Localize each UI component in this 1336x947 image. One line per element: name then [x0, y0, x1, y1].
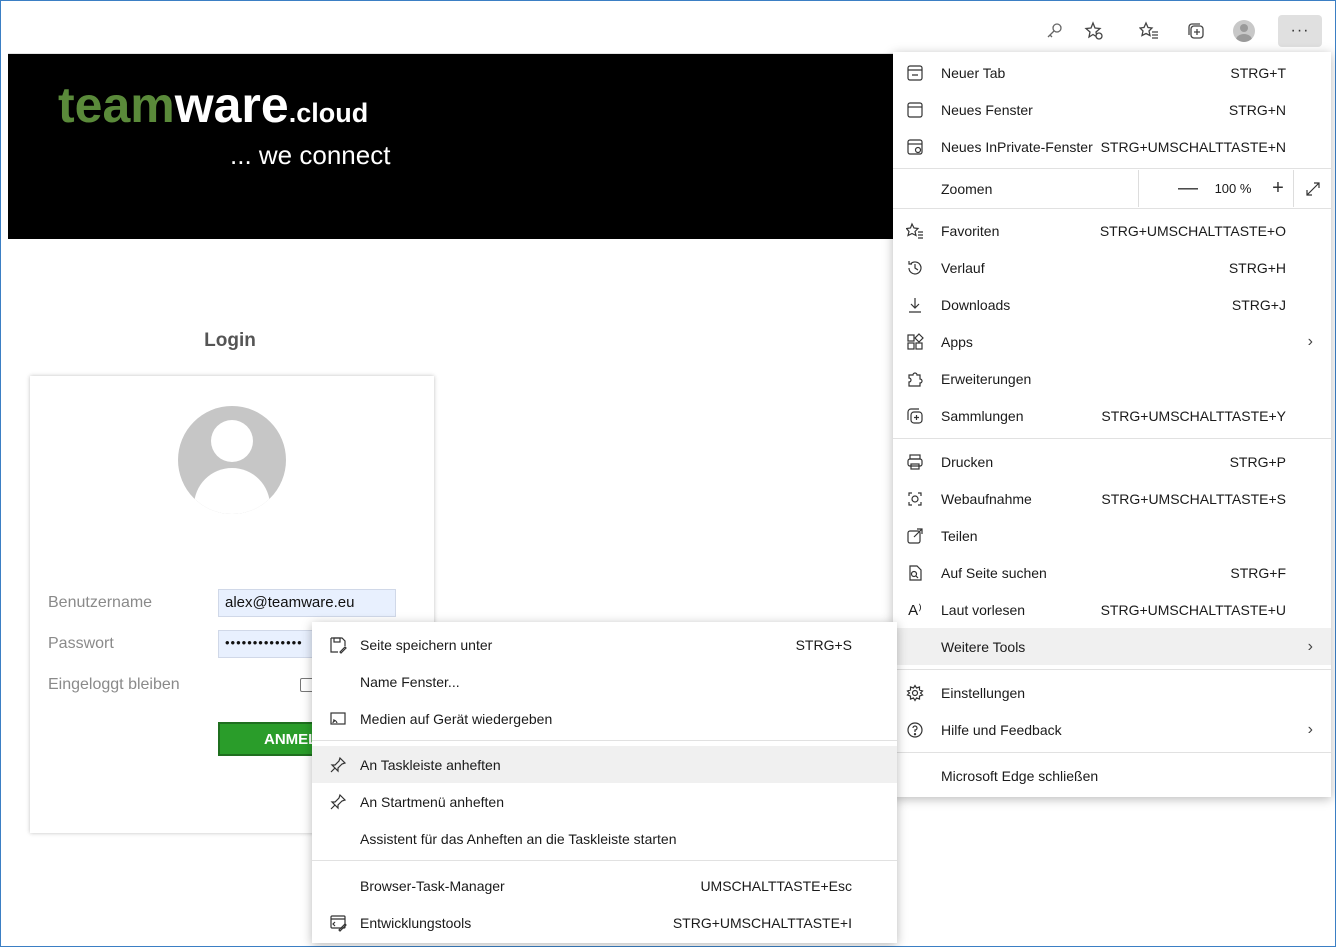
menu-item-apps[interactable]: Apps › [893, 323, 1331, 360]
settings-icon [905, 683, 925, 703]
remember-label: Eingeloggt bleiben [48, 676, 180, 693]
history-icon [905, 258, 925, 278]
favorites-icon [905, 221, 925, 241]
tagline: ... we connect [230, 140, 391, 170]
find-icon [905, 563, 925, 583]
menu-item-history[interactable]: Verlauf STRG+H [893, 249, 1331, 286]
login-title: Login [204, 330, 256, 351]
cast-icon [328, 709, 348, 729]
favorites-icon[interactable] [1133, 15, 1165, 47]
menu-item-help[interactable]: Hilfe und Feedback › [893, 711, 1331, 748]
menu-item-inprivate[interactable]: Neues InPrivate-Fenster STRG+UMSCHALTTAS… [893, 128, 1331, 165]
submenu-item-name-window[interactable]: Name Fenster... [312, 663, 897, 700]
more-icon: ··· [1290, 22, 1310, 39]
fullscreen-icon[interactable] [1293, 170, 1331, 207]
avatar [1233, 20, 1255, 42]
inprivate-icon [905, 137, 925, 157]
submenu-item-pin-taskbar[interactable]: An Taskleiste anheften [312, 746, 897, 783]
menu-item-downloads[interactable]: Downloads STRG+J [893, 286, 1331, 323]
menu-item-zoom: Zoomen — 100 % + [893, 170, 1331, 207]
submenu-item-pin-wizard[interactable]: Assistent für das Anheften an die Taskle… [312, 820, 897, 857]
key-icon[interactable] [1038, 15, 1070, 47]
zoom-out-button[interactable]: — [1173, 177, 1203, 200]
more-menu-button[interactable]: ··· [1278, 15, 1322, 47]
menu-item-extensions[interactable]: Erweiterungen [893, 360, 1331, 397]
pin-icon [328, 755, 348, 775]
submenu-item-cast-media[interactable]: Medien auf Gerät wiedergeben [312, 700, 897, 737]
chevron-right-icon: › [1307, 720, 1313, 738]
window-icon [905, 100, 925, 120]
menu-item-collections[interactable]: Sammlungen STRG+UMSCHALTTASTE+Y [893, 397, 1331, 434]
menu-item-new-tab[interactable]: Neuer Tab STRG+T [893, 54, 1331, 91]
more-tools-submenu: Seite speichern unter STRG+S Name Fenste… [312, 622, 897, 943]
menu-item-settings[interactable]: Einstellungen [893, 674, 1331, 711]
menu-item-more-tools[interactable]: Weitere Tools › [893, 628, 1331, 665]
extensions-icon [905, 369, 925, 389]
chevron-right-icon: › [1307, 637, 1313, 655]
zoom-level: 100 % [1214, 181, 1252, 196]
username-label: Benutzername [48, 594, 153, 611]
web-capture-icon [905, 489, 925, 509]
edge-settings-menu: Neuer Tab STRG+T Neues Fenster STRG+N Ne… [893, 52, 1331, 797]
menu-item-new-window[interactable]: Neues Fenster STRG+N [893, 91, 1331, 128]
pin-icon [328, 792, 348, 812]
new-tab-icon [905, 63, 925, 83]
menu-item-close-edge[interactable]: Microsoft Edge schließen [893, 757, 1331, 794]
menu-item-web-capture[interactable]: Webaufnahme STRG+UMSCHALTTASTE+S [893, 480, 1331, 517]
devtools-icon [328, 913, 348, 933]
chevron-right-icon: › [1307, 332, 1313, 350]
user-avatar-icon [178, 406, 286, 514]
menu-item-read-aloud[interactable]: A⁾ Laut vorlesen STRG+UMSCHALTTASTE+U [893, 591, 1331, 628]
submenu-item-save-page[interactable]: Seite speichern unter STRG+S [312, 626, 897, 663]
profile-button[interactable] [1228, 15, 1260, 47]
save-icon [328, 635, 348, 655]
collections-icon[interactable] [1180, 15, 1212, 47]
hero-banner: teamware.cloud ... we connect [8, 54, 898, 239]
help-icon [905, 720, 925, 740]
add-favorite-icon[interactable] [1078, 15, 1110, 47]
browser-toolbar: ··· [8, 8, 1328, 54]
submenu-item-pin-start[interactable]: An Startmenü anheften [312, 783, 897, 820]
password-label: Passwort [48, 635, 114, 652]
download-icon [905, 295, 925, 315]
teamware-logo: teamware.cloud [58, 77, 369, 133]
menu-item-print[interactable]: Drucken STRG+P [893, 443, 1331, 480]
share-icon [905, 526, 925, 546]
collections-icon [905, 406, 925, 426]
menu-item-favorites[interactable]: Favoriten STRG+UMSCHALTTASTE+O [893, 212, 1331, 249]
menu-item-find[interactable]: Auf Seite suchen STRG+F [893, 554, 1331, 591]
submenu-item-task-manager[interactable]: Browser-Task-Manager UMSCHALTTASTE+Esc [312, 867, 897, 904]
zoom-in-button[interactable]: + [1263, 177, 1293, 200]
print-icon [905, 452, 925, 472]
menu-item-share[interactable]: Teilen [893, 517, 1331, 554]
username-input[interactable]: alex@teamware.eu [218, 589, 396, 617]
apps-icon [905, 332, 925, 352]
submenu-item-devtools[interactable]: Entwicklungstools STRG+UMSCHALTTASTE+I [312, 904, 897, 941]
read-aloud-icon: A⁾ [908, 601, 922, 619]
